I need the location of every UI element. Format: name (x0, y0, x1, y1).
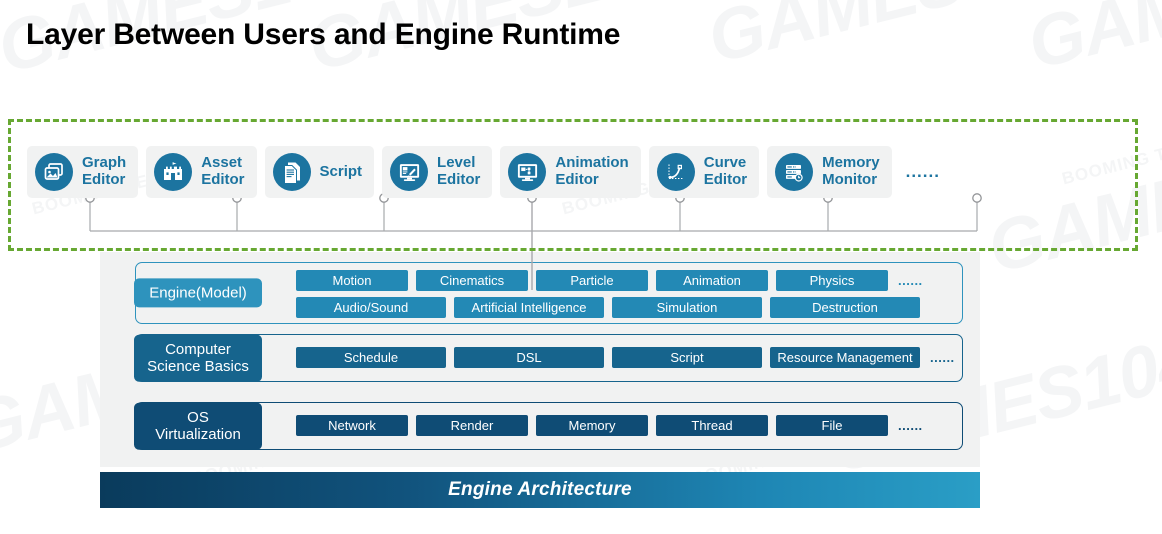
chip-area: Network Render Memory Thread File ...... (296, 403, 962, 448)
chip-area: Motion Cinematics Particle Animation Phy… (296, 263, 962, 325)
editor-card-label: Curve Editor (703, 154, 748, 188)
chip-line: Audio/Sound Artificial Intelligence Simu… (296, 297, 962, 318)
chip-audio-sound[interactable]: Audio/Sound (296, 297, 446, 318)
editor-card-label: Script (319, 162, 363, 180)
chip-network[interactable]: Network (296, 415, 408, 436)
chip-file[interactable]: File (776, 415, 888, 436)
chip-animation[interactable]: Animation (656, 270, 768, 291)
level-design-monitor-icon (390, 153, 429, 191)
chip-schedule[interactable]: Schedule (296, 347, 446, 368)
engine-architecture-banner: Engine Architecture (100, 472, 980, 508)
editor-card-graph-editor[interactable]: Graph Editor (27, 146, 139, 198)
chip-thread[interactable]: Thread (656, 415, 768, 436)
chip-simulation[interactable]: Simulation (612, 297, 762, 318)
chip-physics[interactable]: Physics (776, 270, 888, 291)
chip-motion[interactable]: Motion (296, 270, 408, 291)
layer-tag-label: Computer Science Basics (134, 334, 262, 382)
animation-monitor-icon (508, 153, 547, 191)
editor-card-label: Level Editor (437, 154, 481, 188)
chip-line: Motion Cinematics Particle Animation Phy… (296, 270, 962, 291)
chip-line-ellipsis: ...... (898, 273, 923, 288)
chip-destruction[interactable]: Destruction (770, 297, 920, 318)
layer-tag-label: Engine(Model) (134, 278, 262, 308)
chip-render[interactable]: Render (416, 415, 528, 436)
layer-tag-label: OS Virtualization (134, 402, 262, 450)
chip-cinematics[interactable]: Cinematics (416, 270, 528, 291)
layer-row-os-virtualization: OS Virtualization Network Render Memory … (134, 402, 963, 450)
banner-label: Engine Architecture (448, 479, 632, 500)
chip-line: Schedule DSL Script Resource Management … (296, 347, 962, 368)
chip-resource-management[interactable]: Resource Management (770, 347, 920, 368)
editor-card-memory-monitor[interactable]: Memory Monitor (767, 146, 892, 198)
bezier-curve-icon (656, 153, 695, 191)
page-title: Layer Between Users and Engine Runtime (26, 18, 621, 51)
chip-particle[interactable]: Particle (536, 270, 648, 291)
editor-card-level-editor[interactable]: Level Editor (382, 146, 493, 198)
editor-card-animation-editor[interactable]: Animation Editor (500, 146, 641, 198)
layer-row-computer-science-basics: Computer Science Basics Schedule DSL Scr… (134, 334, 963, 382)
editor-card-list: Graph Editor Asset Editor Script Level E… (27, 146, 940, 198)
editor-card-label: Asset Editor (201, 154, 245, 188)
editor-card-curve-editor[interactable]: Curve Editor (648, 146, 760, 198)
watermark-text: GAMES104 (700, 0, 1085, 80)
chip-dsl[interactable]: DSL (454, 347, 604, 368)
server-clock-icon (775, 153, 814, 191)
castle-icon (154, 153, 193, 191)
editor-card-asset-editor[interactable]: Asset Editor (146, 146, 257, 198)
editor-list-ellipsis: ...... (905, 162, 940, 181)
chip-script[interactable]: Script (612, 347, 762, 368)
architecture-panel: Engine(Model) Motion Cinematics Particle… (100, 252, 980, 467)
editor-card-label: Animation Editor (555, 154, 629, 188)
watermark-text: GAMES104 (1020, 0, 1162, 85)
editor-card-script[interactable]: Script (264, 146, 375, 198)
editor-card-label: Memory Monitor (822, 154, 880, 188)
editors-panel: Graph Editor Asset Editor Script Level E… (8, 119, 1138, 251)
chip-memory[interactable]: Memory (536, 415, 648, 436)
chip-line-ellipsis: ...... (930, 350, 955, 365)
document-icon (272, 153, 311, 191)
chip-line-ellipsis: ...... (898, 418, 923, 433)
image-gallery-icon (35, 153, 73, 191)
layer-row-engine-model: Engine(Model) Motion Cinematics Particle… (134, 262, 963, 325)
chip-area: Schedule DSL Script Resource Management … (296, 335, 962, 380)
chip-artificial-intelligence[interactable]: Artificial Intelligence (454, 297, 604, 318)
chip-line: Network Render Memory Thread File ...... (296, 415, 962, 436)
editor-card-label: Graph Editor (82, 154, 127, 188)
